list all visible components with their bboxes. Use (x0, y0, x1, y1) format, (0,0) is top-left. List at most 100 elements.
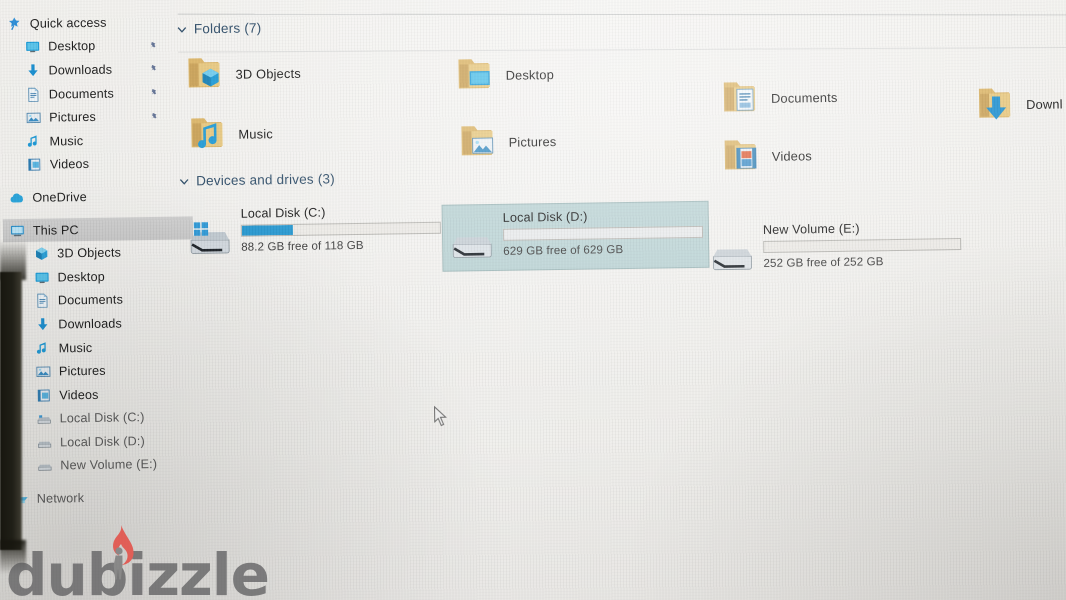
pin-icon[interactable] (149, 41, 158, 50)
folder-tile-pictures[interactable]: Pictures (455, 118, 557, 165)
folder-tile-desktop[interactable]: Desktop (452, 51, 554, 98)
sidebar-item-music[interactable]: Music (1, 127, 191, 153)
sidebar-item-this-pc[interactable]: This PC (2, 216, 194, 243)
file-explorer-window: Quick access Desktop Downloads Documents… (0, 0, 1066, 600)
drive-icon (38, 441, 52, 448)
folder-tile-label: Videos (771, 147, 813, 164)
sidebar-item-this-pc-downloads[interactable]: Downloads (4, 311, 194, 337)
drive-name: New Volume (E:) (762, 221, 860, 237)
drive-info: Local Disk (C:) 88.2 GB free of 118 GB (241, 202, 442, 254)
documents-icon (28, 87, 39, 102)
sidebar-item-desktop[interactable]: Desktop (0, 33, 190, 59)
videos-icon (37, 389, 50, 402)
downloads-icon (38, 318, 48, 330)
sidebar-item-3d-objects[interactable]: 3D Objects (3, 240, 193, 266)
music-icon (27, 135, 37, 147)
sidebar-label: Network (36, 491, 85, 506)
sidebar-label: Pictures (58, 363, 106, 379)
drives-group-header[interactable]: Devices and drives (3) (178, 171, 335, 188)
pin-icon[interactable] (150, 88, 159, 97)
drive-tile-new-volume-e[interactable]: New Volume (E:) 252 GB free of 252 GB (703, 214, 967, 283)
sidebar-item-downloads[interactable]: Downloads (0, 57, 190, 83)
sidebar-item-this-pc-pictures[interactable]: Pictures (5, 358, 195, 384)
music-icon (36, 341, 46, 354)
drive-capacity-bar (502, 225, 704, 241)
screen-photo: Quick access Desktop Downloads Documents… (0, 0, 1066, 600)
arrow-cursor (434, 405, 447, 427)
sidebar-item-local-disk-c[interactable]: Local Disk (C:) (6, 405, 196, 431)
desktop-icon (35, 272, 49, 283)
sidebar-item-documents[interactable]: Documents (1, 80, 191, 106)
pin-icon[interactable] (150, 112, 159, 121)
sidebar-item-this-pc-documents[interactable]: Documents (4, 287, 194, 313)
drive-icon (37, 415, 51, 424)
sidebar-item-onedrive[interactable]: OneDrive (2, 184, 192, 210)
sidebar-item-videos[interactable]: Videos (2, 151, 192, 177)
drive-tile-local-disk-d[interactable]: Local Disk (D:) 629 GB free of 629 GB (442, 201, 709, 271)
sidebar-item-network[interactable]: Network (7, 485, 197, 511)
sidebar-label: 3D Objects (57, 245, 122, 261)
sidebar-label: This PC (32, 222, 79, 238)
videos-icon (28, 158, 41, 172)
sidebar-label: Documents (57, 292, 124, 308)
sidebar-item-this-pc-desktop[interactable]: Desktop (3, 263, 193, 289)
pictures-icon (36, 366, 51, 378)
drive-name: Local Disk (D:) (502, 209, 588, 225)
navigation-pane[interactable]: Quick access Desktop Downloads Documents… (0, 9, 197, 511)
sidebar-label: New Volume (E:) (60, 457, 158, 473)
folder-tile-label: 3D Objects (235, 65, 302, 82)
folder-tile-label: Desktop (505, 66, 555, 83)
folder-tile-music[interactable]: Music (185, 110, 273, 157)
this-pc-icon (10, 225, 24, 236)
star-pin-icon (9, 17, 20, 30)
content-pane[interactable]: Folders (7) 3D Objects Desktop Documents… (172, 0, 1066, 600)
drive-free-text: 252 GB free of 252 GB (763, 255, 884, 270)
folder-tile-videos[interactable]: Videos (719, 132, 813, 179)
sidebar-item-local-disk-d[interactable]: Local Disk (D:) (6, 428, 196, 454)
sidebar-label: Downloads (48, 62, 113, 78)
sidebar-item-new-volume-e[interactable]: New Volume (E:) (6, 452, 196, 478)
sidebar-item-this-pc-music[interactable]: Music (4, 334, 194, 360)
drive-icon (452, 237, 492, 258)
folder-tile-3d-objects[interactable]: 3D Objects (182, 50, 301, 98)
folder-documents-icon (723, 82, 756, 112)
drive-capacity-fill (241, 224, 294, 236)
downloads-icon (28, 64, 38, 77)
sidebar-label: Desktop (48, 39, 96, 54)
sidebar-label: Videos (59, 387, 99, 403)
drive-icon (38, 465, 52, 472)
drive-free-text: 629 GB free of 629 GB (503, 243, 624, 258)
sidebar-label: Downloads (58, 316, 123, 332)
pin-icon[interactable] (149, 64, 158, 73)
folder-tile-documents[interactable]: Documents (718, 74, 838, 122)
folder-videos-icon (724, 140, 757, 170)
folder-music-icon (191, 118, 223, 149)
folder-tile-label: Music (238, 125, 274, 142)
drive-capacity-bar (240, 221, 441, 237)
screen-bezel-left (0, 272, 23, 550)
folder-desktop-icon (458, 59, 490, 89)
drive-info: Local Disk (D:) 629 GB free of 629 GB (503, 206, 704, 258)
sidebar-label: Local Disk (D:) (59, 434, 145, 450)
sidebar-label: OneDrive (32, 189, 87, 205)
folder-downloads-icon (978, 88, 1011, 120)
3d-objects-icon (36, 247, 48, 261)
drive-icon (712, 249, 752, 271)
folder-tile-downloads[interactable]: Downl (973, 81, 1063, 128)
sidebar-item-pictures[interactable]: Pictures (1, 104, 191, 130)
sidebar-item-quick-access[interactable]: Quick access (0, 9, 190, 35)
sidebar-label: Music (49, 133, 84, 149)
sidebar-label: Local Disk (C:) (59, 410, 145, 426)
sidebar-label: Videos (49, 157, 90, 172)
documents-icon (37, 293, 48, 309)
pictures-icon (26, 112, 41, 124)
drive-tile-local-disk-c[interactable]: Local Disk (C:) 88.2 GB free of 118 GB (180, 198, 446, 267)
folders-group-label: Folders (7) (193, 20, 262, 37)
sidebar-label: Music (58, 340, 93, 355)
sidebar-item-this-pc-videos[interactable]: Videos (5, 381, 195, 407)
bezel-shadow-bottom (0, 540, 26, 574)
sidebar-label: Desktop (57, 269, 105, 285)
drive-name: Local Disk (C:) (240, 205, 326, 221)
folder-tile-label: Documents (770, 89, 838, 106)
cloud-icon (10, 193, 24, 203)
